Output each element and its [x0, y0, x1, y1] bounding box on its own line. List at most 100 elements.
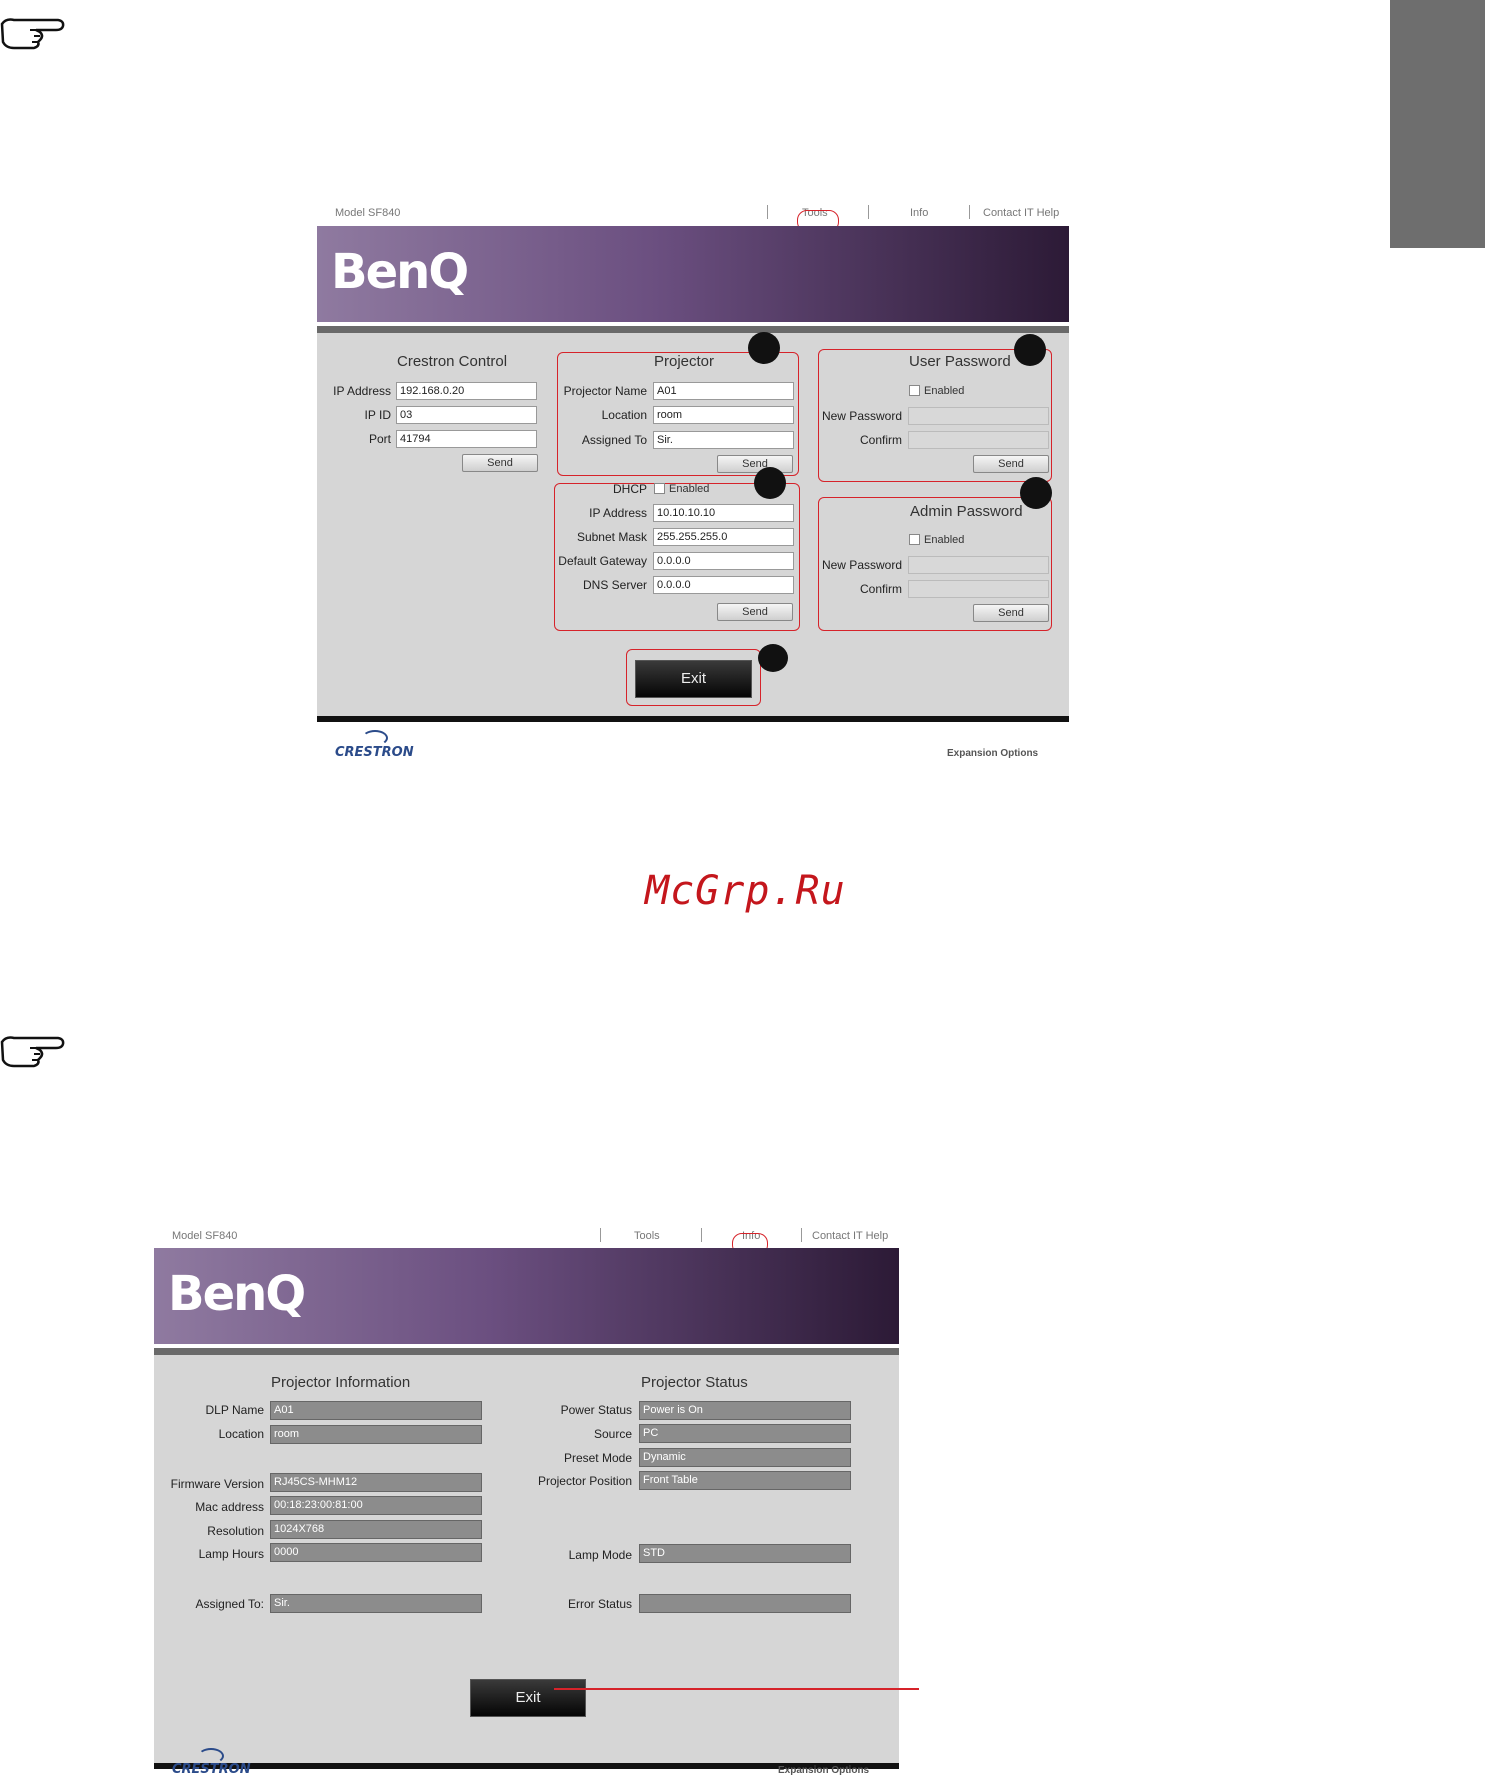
projector-position-label: Projector Position	[537, 1474, 632, 1488]
top-nav: Model SF840 Tools Info Contact IT Help	[154, 1228, 899, 1246]
assigned-to-label: Assigned To:	[195, 1597, 265, 1611]
port-label: Port	[368, 432, 391, 446]
resolution-label: Resolution	[207, 1524, 264, 1538]
dns-input[interactable]: 0.0.0.0	[653, 576, 794, 594]
lamp-hours-label: Lamp Hours	[198, 1547, 264, 1561]
user-new-password-label: New Password	[821, 409, 902, 423]
callout-dot	[754, 467, 786, 499]
preset-mode-value: Dynamic	[639, 1448, 851, 1467]
preset-mode-label: Preset Mode	[563, 1451, 632, 1465]
projector-name-input[interactable]: A01	[653, 382, 794, 400]
crestron-control-title: Crestron Control	[397, 353, 508, 370]
subnet-input[interactable]: 255.255.255.0	[653, 528, 794, 546]
user-enabled-label: Enabled	[924, 385, 965, 397]
mac-address-label: Mac address	[195, 1500, 264, 1514]
gateway-input[interactable]: 0.0.0.0	[653, 552, 794, 570]
admin-enabled-checkbox[interactable]	[909, 534, 920, 545]
user-new-password-input[interactable]	[908, 407, 1049, 425]
ip-address-label: IP Address	[333, 384, 391, 398]
header-banner: BenQ	[317, 226, 1069, 322]
benq-logo: BenQ	[168, 1266, 306, 1322]
pointing-hand-icon	[0, 1036, 65, 1068]
info-screen: Model SF840 Tools Info Contact IT Help B…	[154, 1228, 919, 1788]
dhcp-enabled-label: Enabled	[669, 483, 710, 495]
projector-send-button[interactable]: Send	[717, 455, 793, 473]
header-banner: BenQ	[154, 1248, 899, 1344]
error-status-label: Error Status	[567, 1597, 632, 1611]
dlp-name-value: A01	[270, 1401, 482, 1420]
model-label: Model SF840	[335, 207, 401, 219]
crestron-logo: CRESTRON	[335, 745, 414, 760]
network-send-button[interactable]: Send	[717, 603, 793, 621]
admin-password-send-button[interactable]: Send	[973, 604, 1049, 622]
lamp-mode-label: Lamp Mode	[568, 1548, 632, 1562]
location-label: Location	[218, 1427, 264, 1441]
projector-position-value: Front Table	[639, 1471, 851, 1490]
pointing-hand-icon	[0, 18, 65, 50]
nav-contact-it-help[interactable]: Contact IT Help	[983, 207, 1059, 219]
user-confirm-label: Confirm	[859, 433, 902, 447]
crestron-swirl-icon	[362, 730, 388, 746]
admin-password-title: Admin Password	[910, 503, 1023, 520]
location-input[interactable]: room	[653, 406, 794, 424]
assigned-to-input[interactable]: Sir.	[653, 431, 794, 449]
admin-new-password-label: New Password	[821, 558, 902, 572]
callout-dot	[758, 644, 788, 672]
model-label: Model SF840	[172, 1230, 238, 1242]
net-ip-label: IP Address	[589, 506, 647, 520]
crestron-ip-input[interactable]: 192.168.0.20	[396, 382, 537, 400]
location-label: Location	[601, 408, 647, 422]
projector-name-label: Projector Name	[563, 384, 647, 398]
admin-enabled-label: Enabled	[924, 534, 965, 546]
source-label: Source	[593, 1427, 632, 1441]
lamp-hours-value: 0000	[270, 1543, 482, 1562]
net-ip-input[interactable]: 10.10.10.10	[653, 504, 794, 522]
expansion-options-link[interactable]: Expansion Options	[778, 1765, 869, 1776]
watermark: McGrp.Ru	[645, 868, 846, 914]
firmware-version-label: Firmware Version	[170, 1477, 264, 1491]
resolution-value: 1024X768	[270, 1520, 482, 1539]
crestron-port-input[interactable]: 41794	[396, 430, 537, 448]
crestron-logo: CRESTRON	[172, 1762, 251, 1777]
exit-button[interactable]: Exit	[470, 1679, 586, 1717]
user-password-title: User Password	[909, 353, 1011, 370]
expansion-options-link[interactable]: Expansion Options	[947, 748, 1038, 759]
mac-address-value: 00:18:23:00:81:00	[270, 1496, 482, 1515]
exit-callout-line	[554, 1688, 919, 1690]
projector-title: Projector	[654, 353, 715, 370]
exit-button[interactable]: Exit	[635, 660, 752, 698]
dns-label: DNS Server	[582, 578, 647, 592]
ip-id-label: IP ID	[364, 408, 391, 422]
user-password-send-button[interactable]: Send	[973, 455, 1049, 473]
user-enabled-checkbox[interactable]	[909, 385, 920, 396]
nav-info[interactable]: Info	[910, 207, 928, 219]
callout-dot	[1020, 477, 1052, 509]
crestron-send-button[interactable]: Send	[462, 454, 538, 472]
admin-confirm-label: Confirm	[859, 582, 902, 596]
firmware-version-value: RJ45CS-MHM12	[270, 1473, 482, 1492]
lamp-mode-value: STD	[639, 1544, 851, 1563]
admin-confirm-input[interactable]	[908, 580, 1049, 598]
projector-information-title: Projector Information	[271, 1374, 411, 1391]
top-nav: Model SF840 Tools Info Contact IT Help	[317, 205, 1069, 223]
nav-contact-it-help[interactable]: Contact IT Help	[812, 1230, 888, 1242]
user-confirm-input[interactable]	[908, 431, 1049, 449]
admin-new-password-input[interactable]	[908, 556, 1049, 574]
assigned-to-label: Assigned To	[581, 433, 647, 447]
crestron-ipid-input[interactable]: 03	[396, 406, 537, 424]
callout-dot	[1014, 334, 1046, 366]
callout-dot	[748, 332, 780, 364]
subnet-label: Subnet Mask	[576, 530, 647, 544]
tools-screen: Model SF840 Tools Info Contact IT Help B…	[317, 205, 1069, 770]
error-status-value	[639, 1594, 851, 1613]
nav-tools[interactable]: Tools	[634, 1230, 660, 1242]
power-status-label: Power Status	[560, 1403, 632, 1417]
side-tab	[1390, 0, 1485, 248]
projector-status-title: Projector Status	[641, 1374, 748, 1391]
location-value: room	[270, 1425, 482, 1444]
power-status-value: Power is On	[639, 1401, 851, 1420]
benq-logo: BenQ	[331, 244, 469, 300]
assigned-to-value: Sir.	[270, 1594, 482, 1613]
dhcp-label: DHCP	[612, 482, 647, 496]
dhcp-checkbox[interactable]	[654, 483, 665, 494]
